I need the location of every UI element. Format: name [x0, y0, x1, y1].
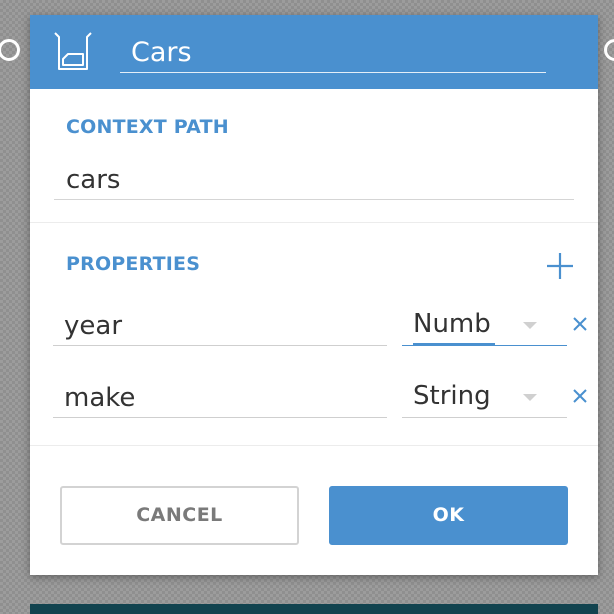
chevron-down-icon: [523, 394, 537, 401]
property-type-value: Numb: [413, 306, 495, 345]
left-connector-port[interactable]: [0, 39, 20, 61]
background-node-strip: [30, 604, 598, 614]
edit-entity-dialog: CONTEXT PATH PROPERTIES Numb String CANC…: [30, 15, 598, 575]
property-name-input[interactable]: [53, 306, 387, 346]
property-type-select[interactable]: String: [402, 378, 567, 418]
collection-icon: [54, 32, 92, 70]
ok-button[interactable]: OK: [329, 486, 568, 545]
property-name-input[interactable]: [53, 378, 387, 418]
dialog-header: [30, 15, 598, 89]
add-property-plus-icon[interactable]: [544, 250, 576, 282]
property-type-select[interactable]: Numb: [402, 306, 567, 346]
chevron-down-icon: [523, 322, 537, 329]
context-path-label: CONTEXT PATH: [66, 116, 229, 138]
section-divider: [30, 445, 598, 446]
right-connector-port[interactable]: [604, 39, 614, 61]
remove-property-close-icon[interactable]: [570, 314, 590, 334]
remove-property-close-icon[interactable]: [570, 386, 590, 406]
section-divider: [30, 222, 598, 223]
context-path-input[interactable]: [54, 160, 574, 200]
property-type-value: String: [413, 381, 491, 411]
cancel-button[interactable]: CANCEL: [60, 486, 299, 545]
properties-label: PROPERTIES: [66, 253, 201, 275]
entity-title-input[interactable]: [120, 33, 546, 73]
